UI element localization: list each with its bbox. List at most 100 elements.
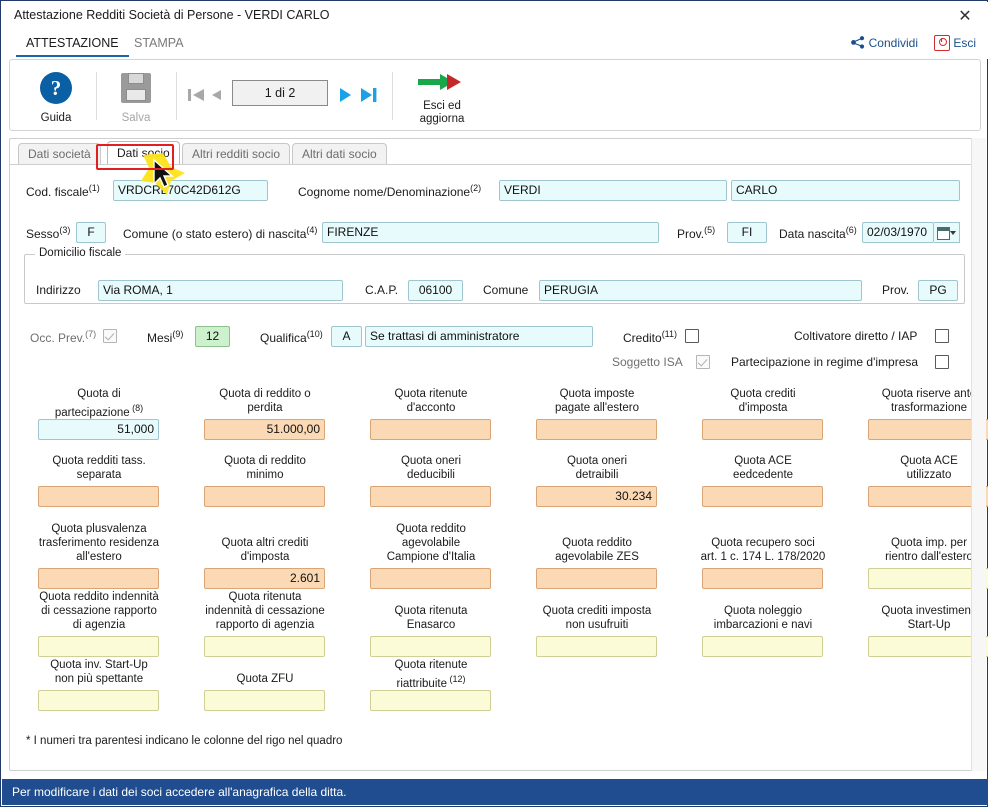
tab-attestazione[interactable]: ATTESTAZIONE	[16, 33, 129, 57]
quota-input[interactable]	[536, 636, 657, 657]
quota-input[interactable]	[38, 636, 159, 657]
quota-input[interactable]	[370, 419, 491, 440]
cod-fiscale-label: Cod. fiscale(1)	[26, 183, 100, 199]
quota-caption: Quota ZFU	[236, 673, 294, 685]
partecipazione-label: Partecipazione in regime d'impresa	[731, 355, 919, 369]
quota-input[interactable]	[204, 636, 325, 657]
calendar-icon	[937, 227, 950, 240]
window-title: Attestazione Redditi Società di Persone …	[14, 8, 330, 22]
quota-input[interactable]	[868, 636, 988, 657]
cognome-input[interactable]: VERDI	[499, 180, 727, 201]
help-button[interactable]: ? Guida	[24, 64, 88, 128]
prov-nascita-label: Prov.(5)	[677, 225, 716, 241]
tab-stampa[interactable]: STAMPA	[124, 33, 194, 55]
comune-nascita-input[interactable]: FIRENZE	[322, 222, 659, 243]
cap-input[interactable]: 06100	[408, 280, 463, 301]
indirizzo-label: Indirizzo	[36, 283, 81, 297]
soggetto-isa-checkbox[interactable]	[696, 355, 710, 369]
quota-input[interactable]	[370, 486, 491, 507]
quota-caption: Quota di reddito minimo	[224, 455, 306, 481]
quota-input[interactable]	[370, 690, 491, 711]
quota-footnote: * I numeri tra parentesi indicano le col…	[26, 735, 343, 747]
save-button[interactable]: Salva	[104, 64, 168, 128]
prov-domicilio-input[interactable]: PG	[918, 280, 958, 301]
quota-input[interactable]: 51,000	[38, 419, 159, 440]
quota-input[interactable]	[868, 486, 988, 507]
quota-input[interactable]	[38, 486, 159, 507]
previous-record-icon[interactable]	[208, 82, 224, 108]
quota-input[interactable]	[38, 690, 159, 711]
cod-fiscale-input[interactable]: VRDCRL70C42D612G	[113, 180, 268, 201]
tab-dati-societa[interactable]: Dati società	[18, 143, 101, 165]
indirizzo-input[interactable]: Via ROMA, 1	[98, 280, 343, 301]
quota-input[interactable]	[702, 636, 823, 657]
qualifica-code-input[interactable]: A	[331, 326, 362, 347]
partecipazione-checkbox[interactable]	[935, 355, 949, 369]
quota-input[interactable]	[868, 568, 988, 589]
exit-and-update-button[interactable]: Esci ed aggiorna	[402, 64, 482, 128]
quota-input[interactable]	[702, 568, 823, 589]
quota-input[interactable]	[204, 690, 325, 711]
save-label: Salva	[121, 112, 151, 124]
quota-caption: Quota reddito agevolabile Campione d'Itali…	[386, 523, 476, 563]
quota-caption: Quota di reddito o perdita	[219, 388, 311, 414]
next-record-icon[interactable]	[336, 82, 354, 108]
title-bar: Attestazione Redditi Società di Persone …	[2, 2, 988, 30]
sesso-label: Sesso(3)	[26, 225, 71, 241]
calendar-picker-button[interactable]	[934, 222, 960, 243]
close-icon[interactable]: ✕	[942, 2, 988, 30]
quota-input[interactable]	[702, 419, 823, 440]
mesi-input[interactable]: 12	[195, 326, 230, 347]
share-icon	[851, 36, 865, 49]
quota-caption: Quota imp. per rientro dall'estero	[885, 537, 973, 563]
quota-caption: Quota crediti d'imposta	[730, 388, 796, 414]
tab-dati-socio[interactable]: Dati socio	[107, 141, 180, 165]
occ-prev-checkbox[interactable]	[103, 329, 117, 343]
nome-input[interactable]: CARLO	[731, 180, 960, 201]
quota-input[interactable]	[370, 636, 491, 657]
qualifica-label: Qualifica(10)	[260, 329, 323, 345]
quota-input[interactable]	[204, 486, 325, 507]
quota-caption: Quota oneri deducibili	[400, 455, 462, 481]
occ-prev-label: Occ. Prev.(7)	[30, 329, 97, 345]
record-counter[interactable]: 1 di 2	[232, 80, 328, 106]
quota-input[interactable]	[702, 486, 823, 507]
power-icon	[934, 35, 951, 51]
quota-caption: Quota imposte pagate all'estero	[554, 388, 640, 414]
tab-altri-redditi-socio[interactable]: Altri redditi socio	[182, 143, 291, 165]
sesso-input[interactable]: F	[76, 222, 106, 243]
comune-domicilio-input[interactable]: PERUGIA	[539, 280, 862, 301]
comune-domicilio-label: Comune	[483, 283, 529, 297]
question-mark-icon: ?	[40, 72, 72, 104]
tab-strip-divider	[10, 164, 980, 165]
vertical-scrollbar[interactable]	[971, 138, 986, 771]
coltivatore-label: Coltivatore diretto / IAP	[794, 329, 918, 343]
quota-caption: Quota ritenuta indennità di cessazione rap…	[205, 591, 325, 631]
quota-caption: Quota ritenute d'acconto	[394, 388, 468, 414]
last-record-icon[interactable]	[358, 82, 380, 108]
soggetto-isa-label: Soggetto ISA	[612, 355, 683, 369]
quota-input[interactable]: 30.234	[536, 486, 657, 507]
coltivatore-checkbox[interactable]	[935, 329, 949, 343]
credito-checkbox[interactable]	[685, 329, 699, 343]
quota-input[interactable]: 51.000,00	[204, 419, 325, 440]
quota-caption: Quota inv. Start-Up non più spettante	[50, 659, 148, 685]
quota-input[interactable]	[536, 419, 657, 440]
quota-input[interactable]	[536, 568, 657, 589]
application-window: Attestazione Redditi Società di Persone …	[0, 0, 988, 807]
quota-input[interactable]: 2.601	[204, 568, 325, 589]
quota-input[interactable]	[868, 419, 988, 440]
quota-input[interactable]	[370, 568, 491, 589]
prov-nascita-input[interactable]: FI	[727, 222, 767, 243]
first-record-icon[interactable]	[186, 82, 206, 108]
exit-button[interactable]: Esci	[934, 35, 976, 51]
data-nascita-input[interactable]: 02/03/1970	[862, 222, 934, 243]
status-bar: Per modificare i dati dei soci accedere …	[2, 779, 988, 805]
form-tab-strip: Dati società Dati socio Altri redditi so…	[10, 139, 980, 165]
quota-input[interactable]	[38, 568, 159, 589]
quota-caption: Quota plusvalenza trasferimento residenza…	[38, 523, 160, 563]
tab-altri-dati-socio[interactable]: Altri dati socio	[292, 143, 387, 165]
share-button[interactable]: Condividi	[851, 36, 918, 50]
toolbar-separator-1	[96, 72, 97, 120]
quota-caption: Quota riserve ante trasformazione	[881, 388, 977, 414]
